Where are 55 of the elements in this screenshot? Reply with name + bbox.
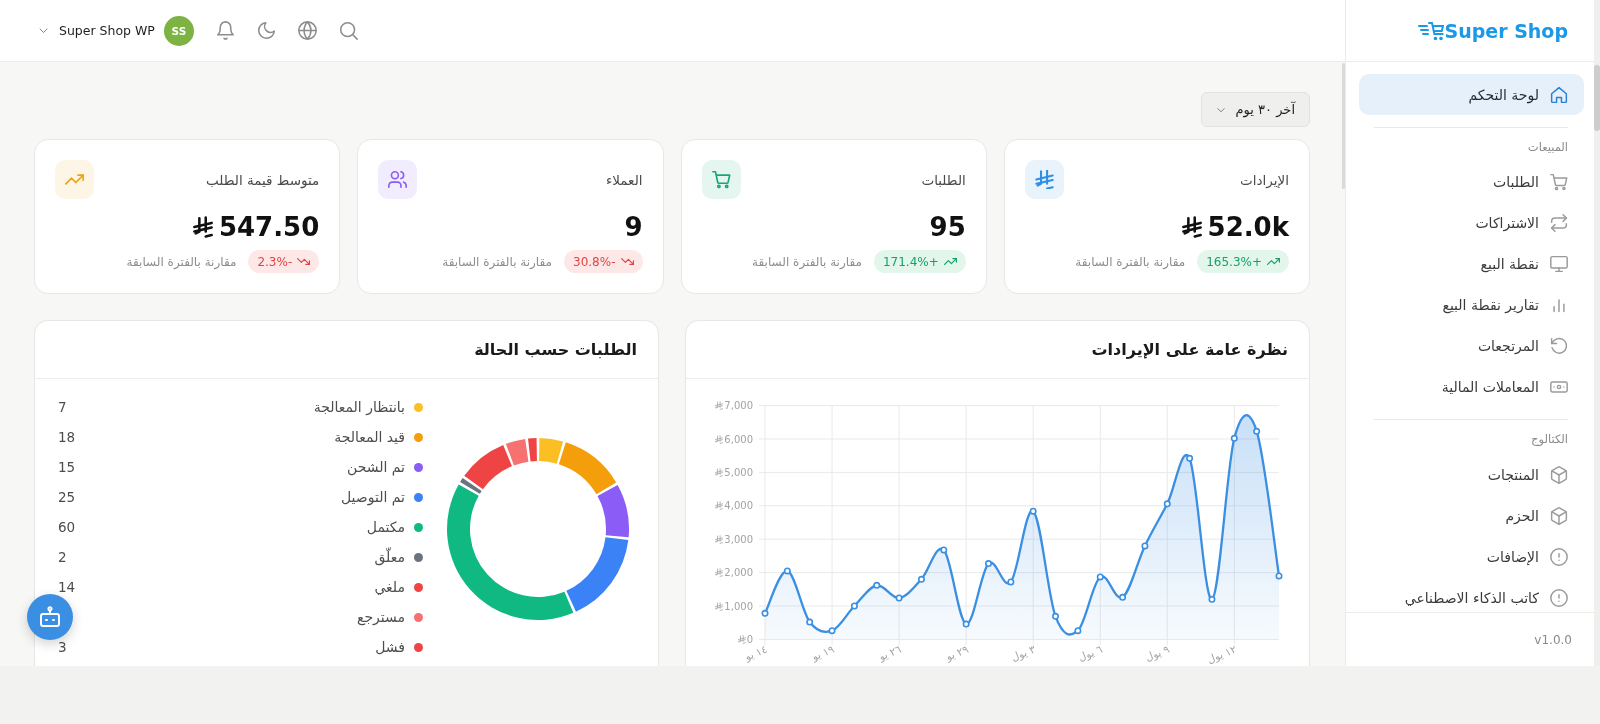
version-text: v1.0.0 <box>1534 632 1572 647</box>
legend-label: تم التوصيل <box>341 488 405 506</box>
stat-value: 52.0k <box>1207 211 1289 243</box>
legend-label: بانتظار المعالجة <box>313 398 405 416</box>
legend-value: 25 <box>58 490 76 504</box>
axis-label: 5,000 <box>724 466 753 478</box>
comparison-text: مقارنة بالفترة السابقة <box>1075 254 1186 269</box>
change-percent: -2.3% <box>257 254 293 269</box>
legend-value: 3 <box>58 640 67 654</box>
change-percent: +171.4% <box>882 254 939 269</box>
comparison-text: مقارنة بالفترة السابقة <box>442 254 553 269</box>
legend-label: مسترجع <box>356 608 405 626</box>
axis-label: 7,000 <box>724 400 753 412</box>
change-percent: +165.3% <box>1206 254 1262 269</box>
legend-label: قيد المعالجة <box>334 428 405 446</box>
legend-value: 14 <box>58 580 76 594</box>
axis-label: 2,000 <box>724 567 753 579</box>
axis-label: 3,000 <box>724 533 753 545</box>
axis-label: 1,000 <box>724 600 753 612</box>
stat-value: 95 <box>929 211 966 243</box>
axis-label: ١٩ يو <box>810 642 836 663</box>
legend-value: 15 <box>58 460 76 474</box>
axis-label: 6,000 <box>724 433 753 445</box>
legend-label: ملغي <box>374 578 405 596</box>
axis-label: ١٤ يو <box>742 642 769 663</box>
legend-value: 18 <box>58 430 76 444</box>
stat-label: العملاء <box>605 171 643 188</box>
comparison-text: مقارنة بالفترة السابقة <box>126 254 237 269</box>
stat-label: متوسط قيمة الطلب <box>206 171 320 188</box>
legend-label: فشل <box>375 638 405 656</box>
section-title: الكتالوج <box>1531 431 1568 448</box>
legend-value: 2 <box>58 550 67 564</box>
axis-label: ٦ يول <box>1076 642 1104 664</box>
card-title: نظرة عامة على الإيرادات <box>1091 340 1288 359</box>
legend-label: تم الشحن <box>347 458 405 476</box>
axis-label: 4,000 <box>724 500 753 512</box>
axis-label: ٩ يول <box>1143 642 1171 664</box>
comparison-text: مقارنة بالفترة السابقة <box>752 254 862 269</box>
logo-text: Super Shop <box>1444 19 1568 42</box>
stat-label: الإيرادات <box>1240 171 1289 188</box>
axis-label: ١٢ يول <box>1205 642 1239 666</box>
stat-value: 547.50 <box>218 211 320 243</box>
axis-label: ٣ يول <box>1009 642 1037 664</box>
axis-label: 0 <box>746 633 753 645</box>
legend-value: 60 <box>58 520 76 534</box>
legend-value: 7 <box>58 400 67 414</box>
section-title: المبيعات <box>1527 138 1568 156</box>
change-percent: -30.8% <box>573 254 616 269</box>
legend-label: مكتمل <box>366 518 405 536</box>
axis-label: ٢٩ يو <box>944 642 970 663</box>
card-title: الطلبات حسب الحالة <box>474 340 637 359</box>
legend-label: معلّق <box>374 548 405 566</box>
axis-label: ٢٦ يو <box>877 642 903 663</box>
stat-value: 9 <box>624 211 643 243</box>
stat-label: الطلبات <box>921 171 966 188</box>
